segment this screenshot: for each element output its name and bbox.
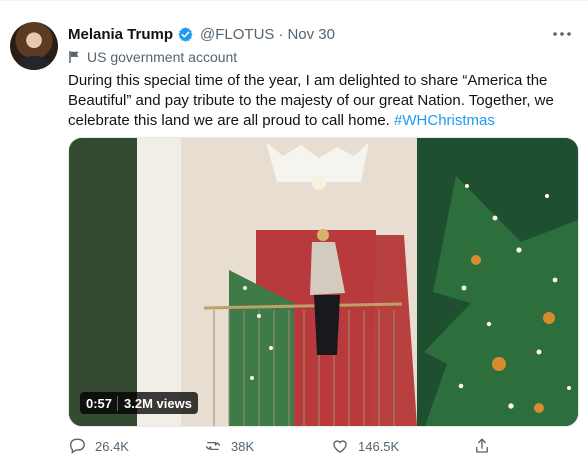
retweet-count: 38K (231, 438, 255, 454)
account-label-text: US government account (87, 49, 238, 65)
tweet-header: Melania Trump @FLOTUS · Nov 30 (68, 24, 335, 44)
share-icon (476, 438, 488, 453)
tweet-card[interactable]: Melania Trump @FLOTUS · Nov 30 US govern… (0, 0, 588, 469)
flag-icon (69, 51, 79, 63)
video-stats-badge: 0:57 3.2M views (80, 392, 198, 414)
retweet-button[interactable]: 38K (204, 435, 254, 457)
retweet-icon (205, 441, 221, 451)
tweet-text: During this special time of the year, I … (68, 71, 568, 131)
share-button[interactable] (473, 435, 500, 457)
more-icon[interactable] (550, 23, 574, 45)
government-account-label: US government account (68, 49, 237, 65)
reply-icon (70, 438, 85, 454)
reply-count: 26.4K (95, 438, 129, 454)
heart-icon (333, 440, 347, 453)
like-count: 146.5K (358, 438, 400, 454)
hashtag-link[interactable]: #WHChristmas (394, 112, 495, 129)
author-handle[interactable]: @FLOTUS (200, 26, 274, 43)
tweet-date[interactable]: Nov 30 (287, 26, 335, 43)
author-name[interactable]: Melania Trump (68, 26, 173, 43)
avatar[interactable] (10, 22, 58, 70)
header-separator: · (278, 25, 284, 43)
tweet-actions: 26.4K 38K 146.5K (68, 435, 578, 457)
verified-badge-icon (178, 26, 193, 42)
video-thumbnail[interactable]: 0:57 3.2M views (68, 137, 579, 427)
like-button[interactable]: 146.5K (331, 435, 399, 457)
video-views: 3.2M views (117, 395, 192, 411)
video-duration: 0:57 (86, 395, 113, 411)
staircase-christmas-scene (69, 138, 578, 426)
reply-button[interactable]: 26.4K (68, 435, 129, 457)
